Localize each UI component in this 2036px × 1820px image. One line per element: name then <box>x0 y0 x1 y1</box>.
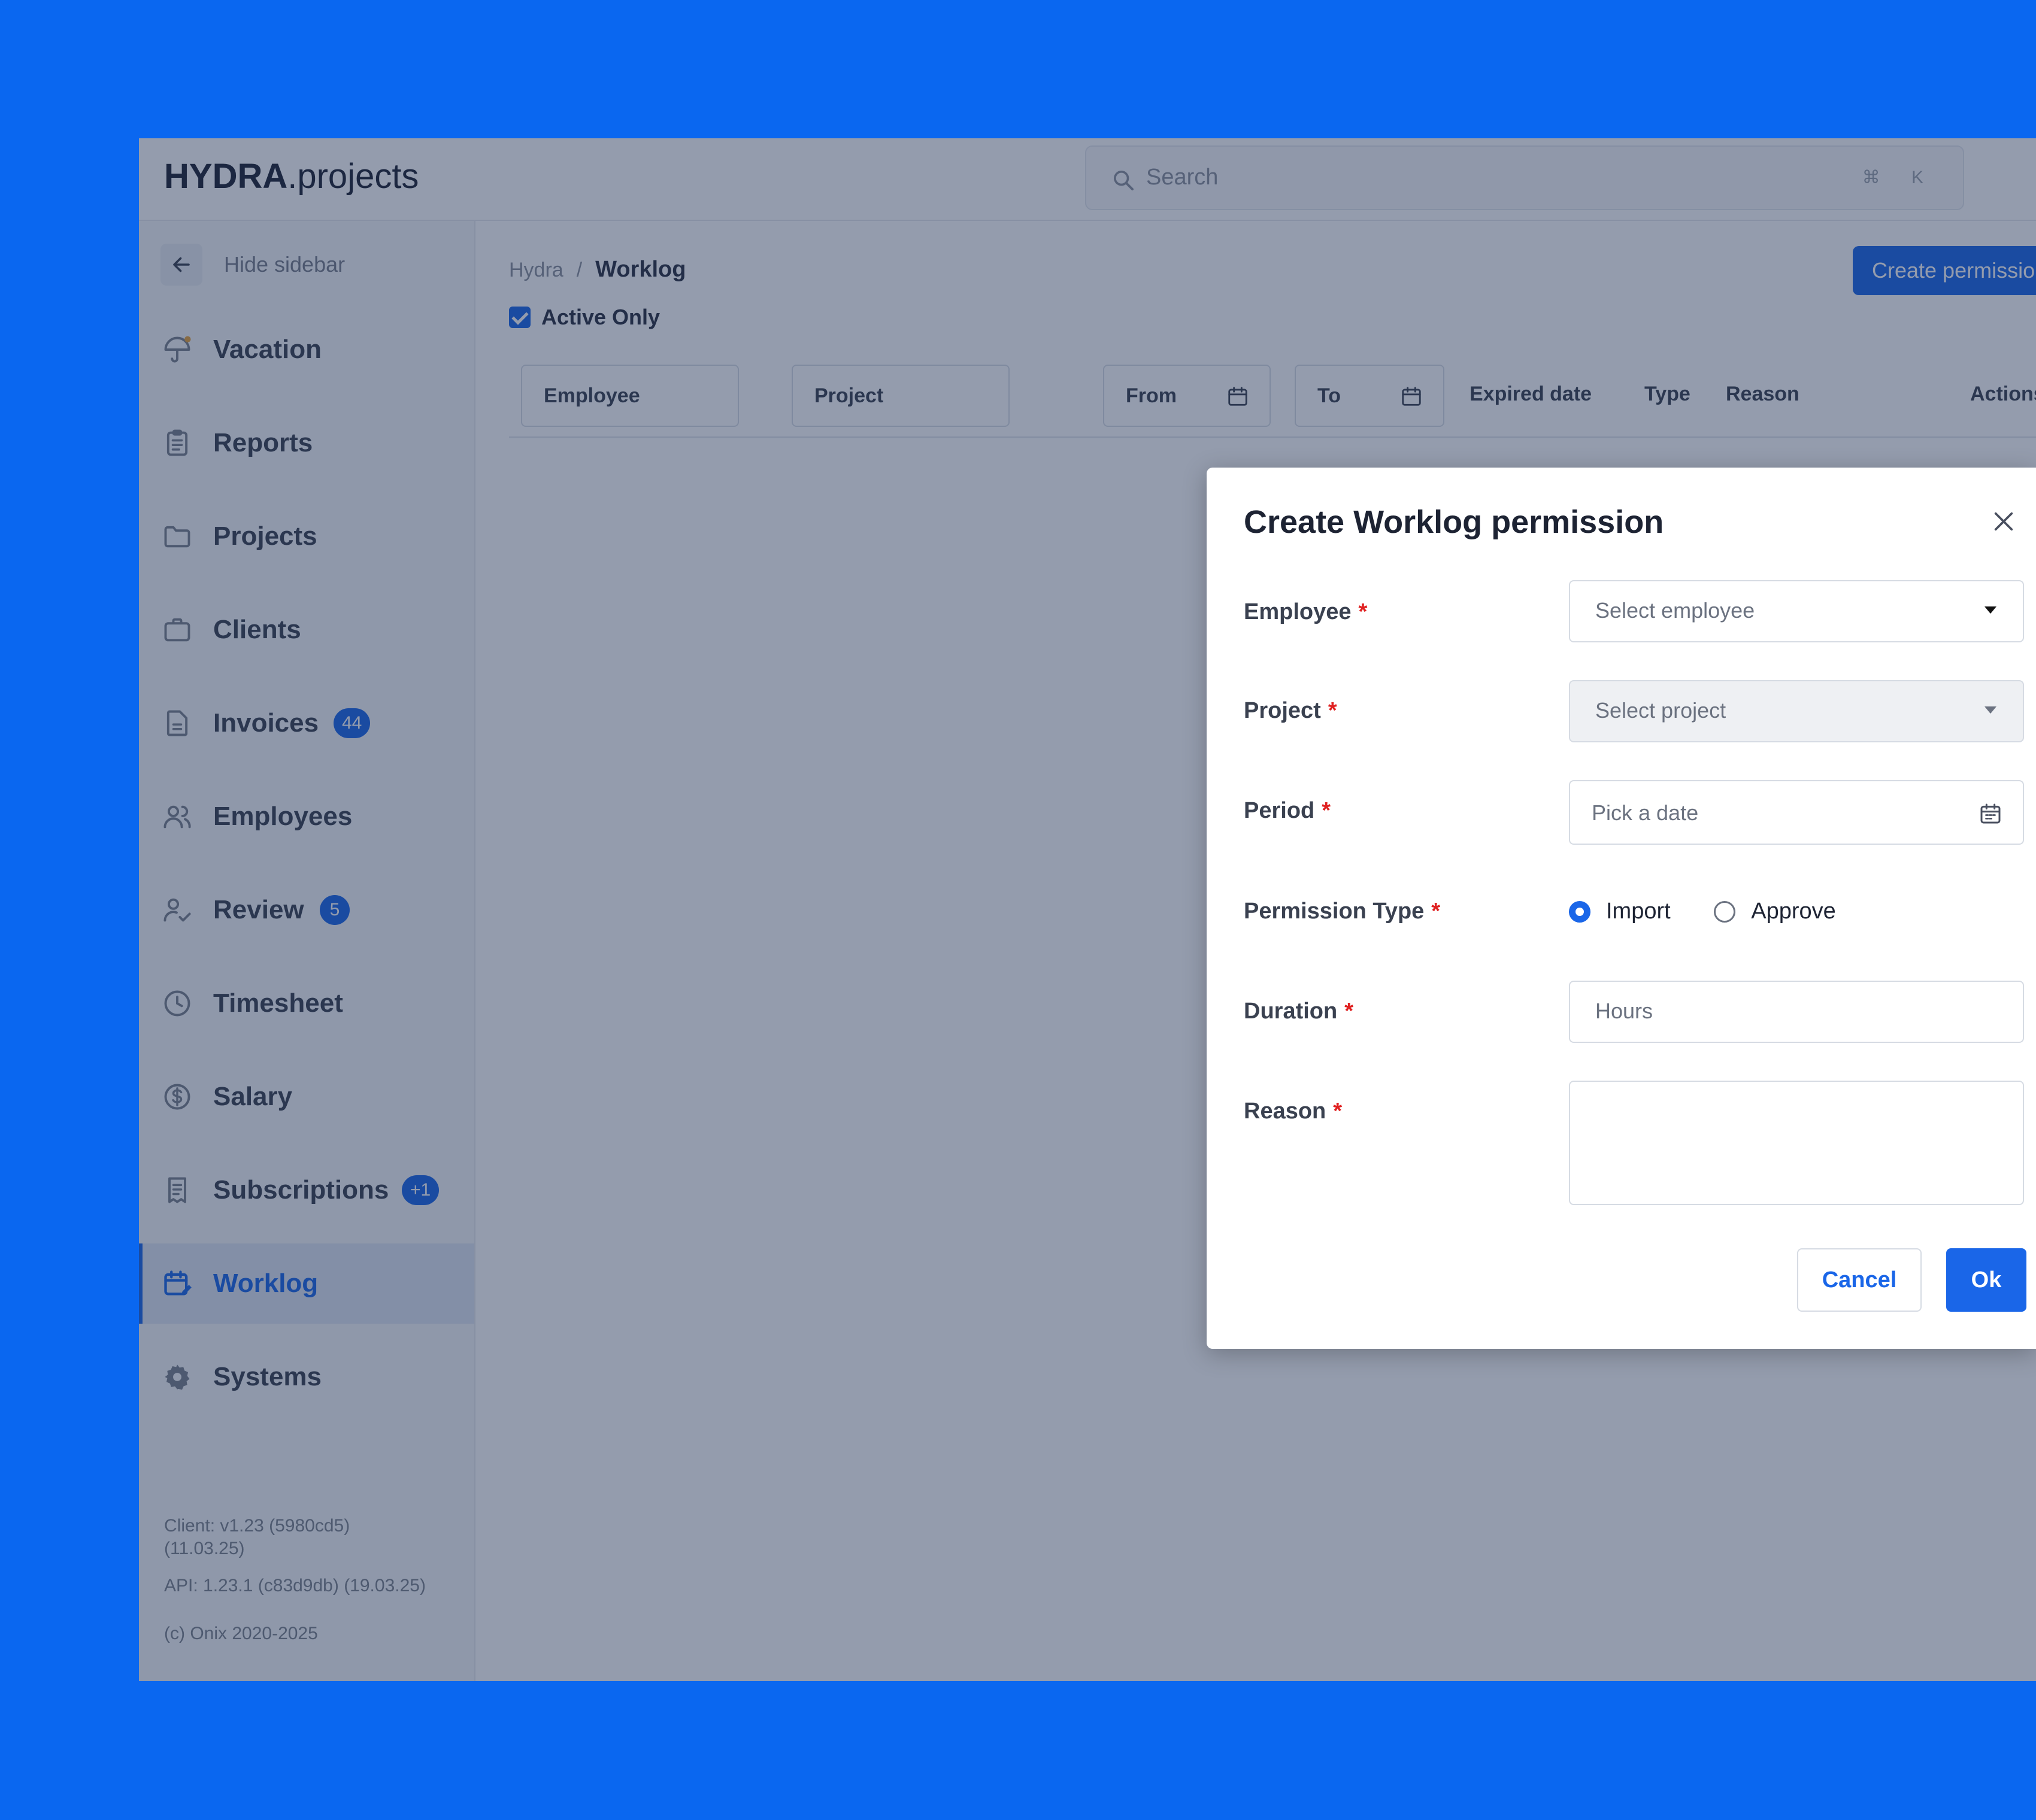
project-label: Project * <box>1244 698 1337 723</box>
create-worklog-permission-dialog: Create Worklog permission Employee * Sele… <box>1207 468 2036 1349</box>
ok-button[interactable]: Ok <box>1946 1248 2026 1312</box>
radio-approve[interactable]: Approve <box>1714 899 1836 924</box>
reason-textarea[interactable] <box>1569 1081 2024 1205</box>
employee-label: Employee * <box>1244 599 1368 624</box>
period-row: Period * Pick a date <box>1244 780 2024 845</box>
employee-select[interactable]: Select employee <box>1569 580 2024 642</box>
caret-down-icon <box>1985 606 1996 614</box>
cancel-button[interactable]: Cancel <box>1797 1248 1922 1312</box>
reason-row: Reason * <box>1244 1081 2024 1205</box>
employee-row: Employee * Select employee <box>1244 580 2024 642</box>
duration-row: Duration * Hours <box>1244 981 2024 1043</box>
permission-type-radio-group: Import Approve <box>1569 899 1873 924</box>
period-date-picker[interactable]: Pick a date <box>1569 780 2024 845</box>
radio-selected-icon <box>1569 901 1590 923</box>
caret-down-icon <box>1985 706 1996 714</box>
reason-label: Reason * <box>1244 1099 1343 1124</box>
dialog-title: Create Worklog permission <box>1244 504 1664 540</box>
radio-import[interactable]: Import <box>1569 899 1671 924</box>
permission-type-label: Permission Type * <box>1244 899 1441 924</box>
project-select[interactable]: Select project <box>1569 680 2024 742</box>
period-label: Period * <box>1244 798 1331 823</box>
project-row: Project * Select project <box>1244 680 2024 742</box>
permission-type-row: Permission Type * Import Approve <box>1244 899 2022 935</box>
calendar-icon <box>1980 803 2001 824</box>
close-icon[interactable] <box>1992 509 2016 533</box>
duration-input[interactable]: Hours <box>1569 981 2024 1043</box>
radio-empty-icon <box>1714 901 1736 923</box>
duration-label: Duration * <box>1244 999 1354 1024</box>
